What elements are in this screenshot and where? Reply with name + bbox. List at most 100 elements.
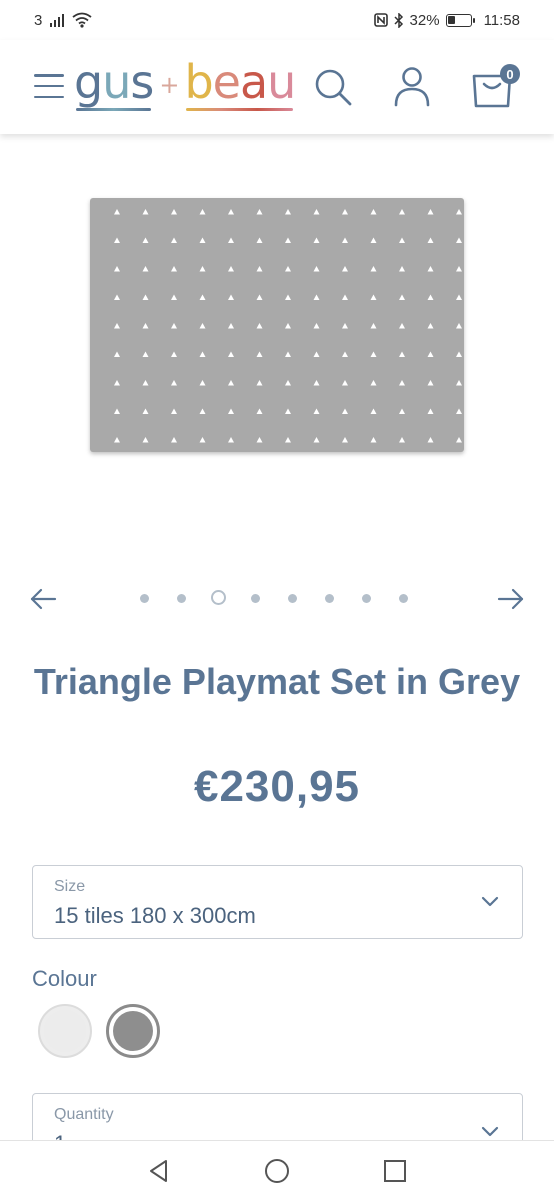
pattern-triangle [114, 209, 120, 215]
home-icon[interactable] [263, 1157, 291, 1185]
wifi-icon [72, 12, 92, 28]
pattern-triangle [114, 351, 120, 357]
size-select[interactable]: Size 15 tiles 180 x 300cm [32, 865, 523, 939]
colour-swatch-grey[interactable] [106, 1004, 160, 1058]
pattern-triangle [114, 408, 120, 414]
pattern-triangle [370, 266, 377, 272]
brand-logo[interactable]: gus + beau [74, 52, 296, 112]
pattern-triangle [114, 437, 120, 443]
pattern-triangle [114, 323, 120, 329]
search-icon[interactable] [312, 66, 354, 108]
logo-letter: s [130, 55, 154, 109]
user-icon[interactable] [390, 64, 434, 108]
status-bar: 3 32% 11:58 [0, 0, 554, 40]
pattern-triangle [313, 408, 320, 414]
pattern-triangle [256, 323, 263, 329]
status-left: 3 [34, 12, 92, 29]
pattern-triangle [427, 323, 434, 329]
logo-letter: g [74, 55, 103, 109]
pattern-triangle [142, 294, 149, 300]
logo-letter: e [212, 55, 241, 109]
cart-button[interactable]: 0 [468, 62, 522, 112]
arrow-left-icon[interactable] [28, 584, 58, 614]
logo-underline [76, 108, 152, 111]
pattern-triangle [342, 351, 348, 357]
pattern-triangle [285, 237, 291, 243]
pattern-triangle [342, 237, 348, 243]
carousel-dot[interactable] [251, 594, 260, 603]
pattern-triangle [199, 437, 206, 443]
pattern-triangle [427, 408, 434, 414]
pattern-triangle [199, 209, 206, 215]
pattern-triangle [456, 437, 462, 443]
pattern-triangle [114, 237, 120, 243]
pattern-triangle [427, 266, 434, 272]
pattern-triangle [427, 209, 434, 215]
product-price: €230,95 [193, 762, 361, 811]
pattern-triangle [171, 237, 177, 243]
pattern-triangle [228, 237, 234, 243]
pattern-triangle [256, 437, 263, 443]
pattern-triangle [399, 209, 405, 215]
logo-underline [186, 108, 294, 111]
recents-icon[interactable] [381, 1157, 409, 1185]
logo-text-gus: gus [74, 55, 154, 111]
pattern-triangle [342, 294, 348, 300]
triangle-pattern [114, 209, 462, 443]
clock: 11:58 [483, 11, 520, 29]
battery-icon [445, 13, 475, 27]
pattern-triangle [399, 237, 405, 243]
pattern-triangle [399, 294, 405, 300]
pattern-triangle [142, 209, 149, 215]
pattern-triangle [456, 237, 462, 243]
pattern-triangle [427, 437, 434, 443]
pattern-triangle [427, 294, 434, 300]
pattern-triangle [285, 351, 291, 357]
pattern-triangle [142, 437, 149, 443]
pattern-triangle [399, 408, 405, 414]
pattern-triangle [228, 266, 234, 272]
pattern-triangle [228, 323, 234, 329]
carousel-dot[interactable] [288, 594, 297, 603]
pattern-triangle [199, 266, 206, 272]
carousel-dot[interactable] [399, 594, 408, 603]
menu-icon[interactable] [34, 74, 64, 98]
logo-text-beau: beau [184, 55, 296, 111]
logo-letter: u [102, 55, 131, 109]
pattern-triangle [228, 209, 234, 215]
pattern-triangle [427, 351, 434, 357]
quantity-label: Quantity [54, 1106, 114, 1123]
carousel-dot[interactable] [211, 590, 226, 605]
pattern-triangle [456, 380, 462, 386]
size-label: Size [54, 878, 86, 895]
colour-label: Colour [32, 966, 97, 991]
pattern-triangle [342, 380, 348, 386]
carrier-label: 3 [34, 11, 43, 29]
pattern-triangle [256, 351, 263, 357]
pattern-triangle [370, 237, 377, 243]
pattern-triangle [456, 408, 462, 414]
pattern-triangle [142, 351, 149, 357]
bluetooth-icon [394, 12, 403, 28]
arrow-right-icon[interactable] [496, 584, 526, 614]
pattern-triangle [342, 437, 348, 443]
carousel-dot[interactable] [140, 594, 149, 603]
carousel-dot[interactable] [177, 594, 186, 603]
pattern-triangle [313, 437, 320, 443]
carousel-dots [140, 590, 420, 606]
logo-letter: a [239, 55, 268, 109]
product-image[interactable] [90, 198, 464, 452]
pattern-triangle [285, 380, 291, 386]
pattern-triangle [256, 266, 263, 272]
back-icon[interactable] [145, 1157, 173, 1185]
carousel-dot[interactable] [362, 594, 371, 603]
size-value: 15 tiles 180 x 300cm [54, 903, 256, 928]
pattern-triangle [456, 351, 462, 357]
product-title: Triangle Playmat Set in Grey [33, 661, 521, 702]
pattern-triangle [228, 437, 234, 443]
pattern-triangle [370, 380, 377, 386]
pattern-triangle [370, 351, 377, 357]
pattern-triangle [313, 351, 320, 357]
carousel-dot[interactable] [325, 594, 334, 603]
colour-swatch-light-grey[interactable] [38, 1004, 92, 1058]
